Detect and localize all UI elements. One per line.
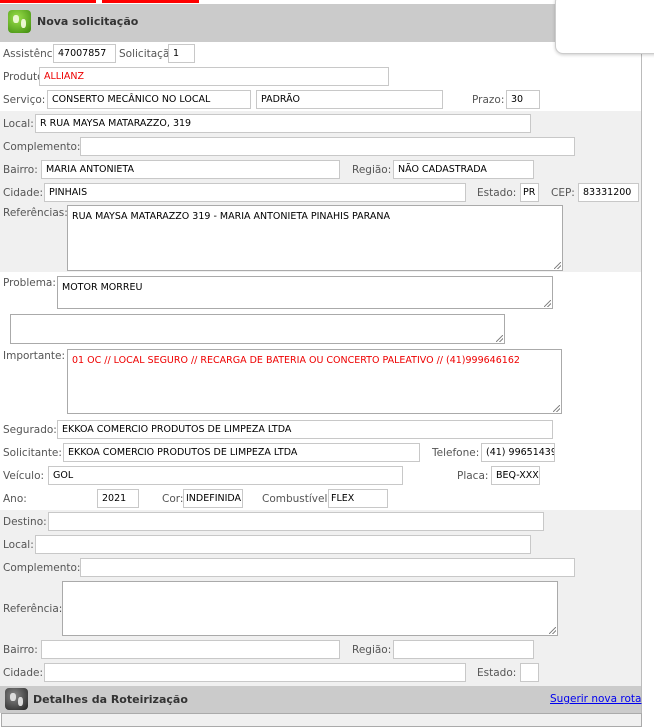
complemento-input[interactable]	[80, 137, 575, 156]
complemento-label: Complemento:	[3, 141, 81, 153]
destino-referencia-textarea[interactable]	[62, 581, 558, 636]
prazo-input[interactable]: 30	[506, 90, 540, 109]
combustivel-label: Combustível:	[262, 493, 331, 505]
cor-input[interactable]: INDEFINIDA	[183, 489, 243, 508]
sugerir-nova-rota-link[interactable]: Sugerir nova rota	[550, 693, 641, 705]
destino-estado-input[interactable]	[520, 663, 539, 682]
nova-solicitacao-header: Nova solicitação	[0, 4, 641, 42]
estado-input[interactable]: PR	[520, 183, 539, 202]
importante-textarea[interactable]: 01 OC // LOCAL SEGURO // RECARGA DE BATE…	[67, 349, 562, 414]
solicitacao-input[interactable]: 1	[168, 44, 195, 63]
roteirizacao-content	[1, 713, 642, 727]
servico-label: Serviço:	[3, 94, 46, 106]
estado-label: Estado:	[477, 187, 517, 199]
destino-local-input[interactable]	[35, 535, 531, 554]
destino-regiao-input[interactable]	[393, 640, 534, 659]
cep-label: CEP:	[551, 187, 575, 199]
tab-indicator-1[interactable]	[0, 0, 96, 3]
solicitante-input[interactable]: EKKOA COMERCIO PRODUTOS DE LIMPEZA LTDA	[63, 443, 420, 462]
destino-complemento-input[interactable]	[80, 558, 575, 577]
resize-handle[interactable]	[553, 405, 560, 412]
page-title: Nova solicitação	[37, 15, 139, 28]
telefone-input[interactable]: (41) 996514390	[481, 443, 555, 462]
cep-input[interactable]: 83331200	[578, 183, 639, 202]
solicitante-label: Solicitante:	[3, 447, 62, 459]
destino-label: Destino:	[3, 516, 47, 528]
destino-cidade-input[interactable]	[44, 663, 466, 682]
roteirizacao-header: Detalhes da Roteirização Sugerir nova ro…	[0, 686, 641, 713]
cidade-label: Cidade:	[3, 187, 44, 199]
segurado-label: Segurado:	[3, 424, 57, 436]
resize-handle[interactable]	[554, 262, 561, 269]
destino-cidade-label: Cidade:	[3, 667, 44, 679]
destino-estado-label: Estado:	[477, 667, 517, 679]
referencias-textarea[interactable]: RUA MAYSA MATARAZZO 319 - MARIA ANTONIET…	[67, 205, 563, 271]
cidade-input[interactable]: PINHAIS	[44, 183, 466, 202]
assistencia-input[interactable]: 47007857	[53, 44, 116, 63]
resize-handle[interactable]	[544, 300, 551, 307]
popup-panel	[555, 0, 654, 54]
destino-referencia-label: Referência:	[3, 603, 63, 615]
destino-regiao-label: Região:	[352, 644, 392, 656]
referencias-label: Referências:	[3, 207, 68, 219]
destino-bairro-label: Bairro:	[3, 644, 38, 656]
problema-textarea[interactable]: MOTOR MORREU	[57, 276, 553, 309]
problema-label: Problema:	[3, 277, 56, 289]
local-label: Local:	[3, 118, 34, 130]
servico-tipo-input[interactable]: PADRÃO	[256, 90, 443, 109]
cor-label: Cor:	[162, 493, 184, 505]
importante-label: Importante:	[3, 350, 66, 362]
produto-input[interactable]: ALLIANZ	[39, 67, 389, 86]
prazo-label: Prazo:	[472, 94, 505, 106]
globe-icon	[5, 688, 28, 710]
ano-label: Ano:	[3, 493, 27, 505]
veiculo-input[interactable]: GOL	[48, 466, 403, 485]
globe-icon	[8, 10, 31, 33]
resize-handle[interactable]	[549, 627, 556, 634]
roteirizacao-title: Detalhes da Roteirização	[33, 693, 188, 706]
referencias-text: RUA MAYSA MATARAZZO 319 - MARIA ANTONIET…	[72, 211, 390, 222]
importante-text: 01 OC // LOCAL SEGURO // RECARGA DE BATE…	[72, 355, 520, 366]
problema-text: MOTOR MORREU	[62, 282, 143, 293]
veiculo-label: Veículo:	[3, 470, 45, 482]
destino-complemento-label: Complemento:	[3, 562, 81, 574]
problema-extra-textarea[interactable]	[10, 314, 505, 344]
placa-input[interactable]: BEQ-XXXX	[491, 466, 540, 485]
resize-handle[interactable]	[496, 335, 503, 342]
local-input[interactable]: R RUA MAYSA MATARAZZO, 319	[35, 114, 531, 133]
telefone-label: Telefone:	[432, 447, 480, 459]
ano-input[interactable]: 2021	[97, 489, 139, 508]
bairro-input[interactable]: MARIA ANTONIETA	[41, 160, 340, 179]
right-border	[641, 42, 642, 722]
tab-indicator-2[interactable]	[102, 0, 199, 3]
destino-bairro-input[interactable]	[41, 640, 340, 659]
regiao-input[interactable]: NÃO CADASTRADA	[393, 160, 534, 179]
destino-input[interactable]	[48, 512, 544, 531]
segurado-input[interactable]: EKKOA COMERCIO PRODUTOS DE LIMPEZA LTDA	[57, 420, 553, 439]
destino-local-label: Local:	[3, 539, 34, 551]
servico-input[interactable]: CONSERTO MECÂNICO NO LOCAL	[47, 90, 251, 109]
regiao-label: Região:	[352, 164, 392, 176]
combustivel-input[interactable]: FLEX	[328, 489, 388, 508]
placa-label: Placa:	[457, 470, 489, 482]
bairro-label: Bairro:	[3, 164, 38, 176]
